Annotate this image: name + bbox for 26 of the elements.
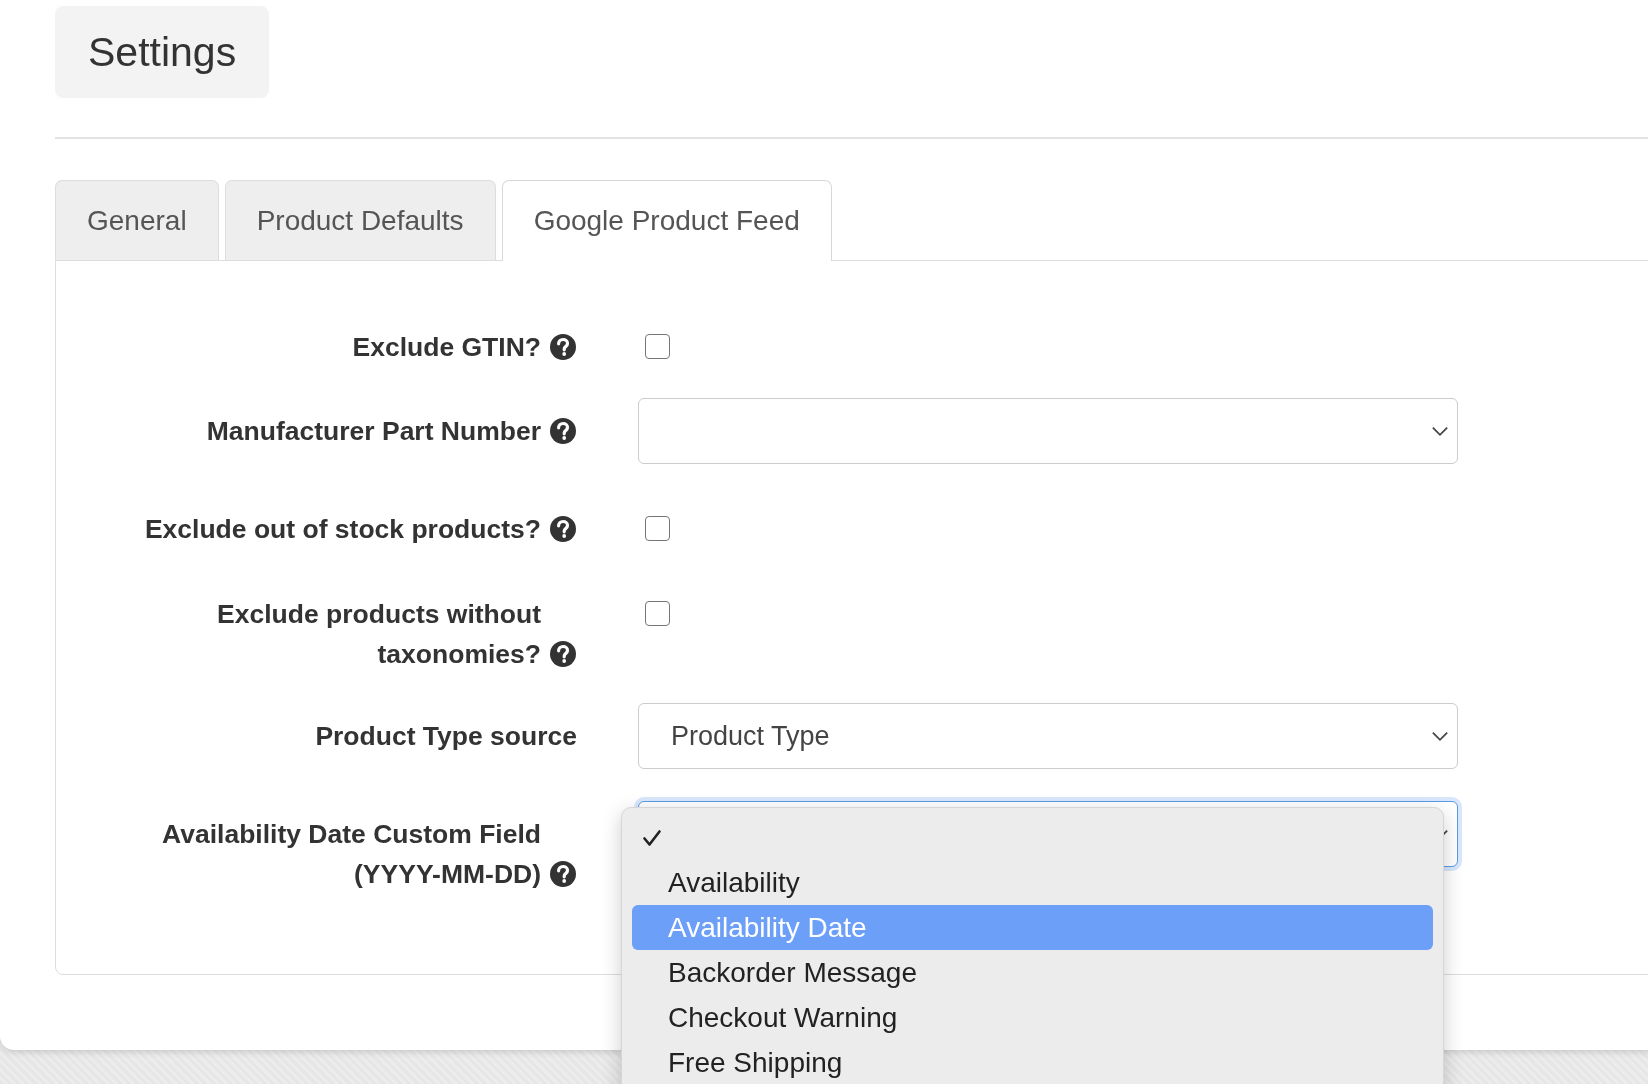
tab[interactable]: Google Product Feed: [501, 180, 832, 261]
page-heading: Settings: [55, 6, 270, 98]
checkbox[interactable]: [645, 516, 670, 541]
help-icon[interactable]: [549, 860, 577, 888]
field-label: Exclude GTIN?: [352, 331, 541, 364]
field-label: Exclude out of stock products?: [144, 513, 541, 546]
tab[interactable]: General: [55, 180, 219, 260]
tab[interactable]: Product Defaults: [224, 180, 496, 260]
dropdown-option[interactable]: Backorder Message: [632, 950, 1433, 995]
help-icon[interactable]: [549, 417, 577, 445]
help-icon[interactable]: [549, 640, 577, 668]
select-field[interactable]: [638, 398, 1458, 464]
checkbox[interactable]: [645, 601, 670, 626]
chevron-icon: [1431, 730, 1449, 742]
field-label: Manufacturer Part Number: [206, 415, 541, 448]
help-icon[interactable]: [549, 515, 577, 543]
field-label: Availability Date Custom Field (YYYY-MM-DD): [161, 818, 541, 891]
checkbox[interactable]: [645, 334, 670, 359]
help-icon[interactable]: [549, 333, 577, 361]
field-label: Exclude products without taxonomies?: [216, 598, 541, 671]
select-field[interactable]: Product Type: [638, 703, 1458, 769]
field-label: Product Type source: [315, 720, 577, 753]
dropdown-option[interactable]: Availability: [632, 860, 1433, 905]
dropdown-option[interactable]: Checkout Warning: [632, 995, 1433, 1040]
chevron-icon: [1431, 425, 1449, 437]
dropdown-option[interactable]: Free Shipping: [632, 1040, 1433, 1084]
